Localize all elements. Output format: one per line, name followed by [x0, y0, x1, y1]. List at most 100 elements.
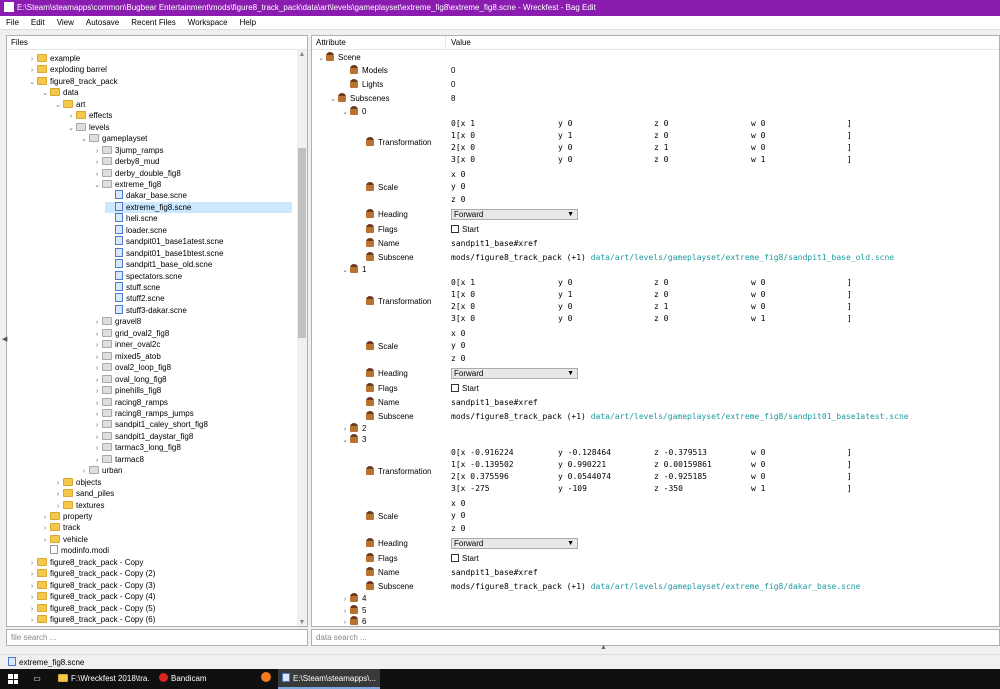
flags-row[interactable]: Flags	[366, 224, 398, 235]
subscene-value[interactable]: mods/figure8_track_pack (+1) data/art/le…	[451, 411, 909, 422]
tree-item[interactable]: › figure8_track_pack - Copy (6)	[27, 614, 155, 625]
chevron-right-icon[interactable]: ›	[53, 489, 63, 500]
tree-item[interactable]: › tarmac3_long_fig8	[92, 442, 181, 453]
tree-item[interactable]: dakar_base.scne	[105, 190, 187, 201]
flags-row[interactable]: Flags	[366, 383, 398, 394]
chevron-right-icon[interactable]: ›	[27, 65, 37, 76]
col-attribute[interactable]: Attribute	[316, 38, 346, 47]
scroll-thumb[interactable]	[298, 148, 306, 338]
heading-dropdown[interactable]: Forward ▼	[451, 209, 578, 220]
heading-row[interactable]: Heading	[366, 538, 408, 549]
tree-item[interactable]: › racing8_ramps_jumps	[92, 408, 194, 419]
scroll-down-icon[interactable]: ▼	[297, 619, 307, 626]
tree-item[interactable]: › figure8_track_pack - Copy (2)	[27, 568, 155, 579]
menu-view[interactable]: View	[51, 16, 80, 27]
windows-start-icon[interactable]	[8, 674, 18, 684]
tree-item[interactable]: › derby_double_fig8	[92, 168, 181, 179]
subscene-s5[interactable]: › 5	[340, 605, 366, 616]
subscene-s4[interactable]: › 4	[340, 593, 366, 604]
chevron-right-icon[interactable]: ›	[92, 317, 102, 328]
chevron-down-icon[interactable]: ⌄	[40, 88, 50, 99]
chevron-right-icon[interactable]: ›	[92, 363, 102, 374]
files-scrollbar[interactable]: ▲ ▼	[297, 50, 307, 626]
tree-item[interactable]: sandpit01_base1atest.scne	[105, 236, 223, 247]
firefox-icon[interactable]	[258, 669, 274, 689]
start-flag-checkbox[interactable]: Start	[451, 553, 479, 564]
flags-row[interactable]: Flags	[366, 553, 398, 564]
menu-file[interactable]: File	[0, 16, 25, 27]
subscene-value[interactable]: mods/figure8_track_pack (+1) data/art/le…	[451, 581, 860, 592]
chevron-down-icon[interactable]: ⌄	[340, 435, 350, 446]
scene-node[interactable]: ⌄ Scene	[316, 52, 361, 63]
tree-item[interactable]: ⌄ gameplayset	[79, 133, 147, 144]
chevron-down-icon[interactable]: ⌄	[92, 180, 102, 191]
transformation-row[interactable]: Transformation	[366, 296, 432, 307]
lights-row[interactable]: Lights	[340, 79, 383, 90]
scale-row[interactable]: Scale	[366, 511, 398, 522]
name-row[interactable]: Name	[366, 238, 399, 249]
subscene-s3[interactable]: ⌄ 3	[340, 434, 366, 445]
tree-item[interactable]: › sandpit1_daystar_fig8	[92, 431, 193, 442]
chevron-down-icon[interactable]: ⌄	[27, 77, 37, 88]
tree-item[interactable]: › figure8_track_pack - Copy (3)	[27, 580, 155, 591]
tree-item[interactable]: › figure8_track_pack - Copy (5)	[27, 603, 155, 614]
tree-item[interactable]: › derby8_mud	[92, 156, 159, 167]
subscene-s6[interactable]: › 6	[340, 616, 366, 626]
tree-item[interactable]: ⌄ figure8_track_pack	[27, 76, 118, 87]
transformation-row[interactable]: Transformation	[366, 466, 432, 477]
tree-item[interactable]: extreme_fig8.scne	[105, 201, 292, 213]
chevron-right-icon[interactable]: ›	[340, 594, 350, 605]
tree-item[interactable]: › mixed5_atob	[92, 351, 161, 362]
tree-item[interactable]: sandpit01_base1btest.scne	[105, 247, 223, 259]
tree-item[interactable]: › pinehills_fig8	[92, 385, 161, 396]
heading-row[interactable]: Heading	[366, 209, 408, 220]
subscene-path-link[interactable]: data/art/levels/gameplayset/extreme_fig8…	[591, 582, 861, 591]
tree-item[interactable]: stuff.scne	[105, 282, 160, 293]
chevron-right-icon[interactable]: ›	[53, 478, 63, 489]
chevron-down-icon[interactable]: ⌄	[53, 100, 63, 111]
name-row[interactable]: Name	[366, 567, 399, 578]
start-flag-checkbox[interactable]: Start	[451, 383, 479, 394]
tree-item[interactable]: › racing8_ramps	[92, 397, 168, 408]
tree-item[interactable]: › tarmac8	[92, 454, 144, 465]
chevron-right-icon[interactable]: ›	[27, 54, 37, 65]
chevron-down-icon[interactable]: ⌄	[340, 265, 350, 276]
chevron-right-icon[interactable]: ›	[27, 558, 37, 569]
scale-row[interactable]: Scale	[366, 182, 398, 193]
tree-item[interactable]: › sand_piles	[53, 488, 114, 499]
expand-bottom-icon[interactable]: ▲	[600, 644, 607, 651]
chevron-right-icon[interactable]: ›	[92, 443, 102, 454]
chevron-right-icon[interactable]: ›	[92, 398, 102, 409]
checkbox-icon[interactable]	[451, 225, 459, 233]
name-value[interactable]: sandpit1_base#xref	[451, 397, 538, 408]
chevron-right-icon[interactable]: ›	[92, 432, 102, 443]
chevron-right-icon[interactable]: ›	[27, 592, 37, 603]
chevron-right-icon[interactable]: ›	[66, 111, 76, 122]
heading-dropdown[interactable]: Forward ▼	[451, 538, 578, 549]
collapse-left-icon[interactable]: ◀	[2, 335, 7, 343]
chevron-right-icon[interactable]: ›	[40, 512, 50, 523]
chevron-right-icon[interactable]: ›	[53, 501, 63, 512]
start-flag-checkbox[interactable]: Start	[451, 224, 479, 235]
tree-item[interactable]: › exploding barrel	[27, 64, 107, 75]
chevron-right-icon[interactable]: ›	[40, 523, 50, 534]
tree-item[interactable]: › oval_long_fig8	[92, 374, 167, 385]
chevron-right-icon[interactable]: ›	[92, 386, 102, 397]
subscene-s2[interactable]: › 2	[340, 423, 366, 434]
chevron-right-icon[interactable]: ›	[92, 375, 102, 386]
subscenes-row[interactable]: ⌄ Subscenes	[328, 93, 390, 104]
tree-item[interactable]: › textures	[53, 500, 104, 511]
chevron-right-icon[interactable]: ›	[92, 455, 102, 466]
chevron-right-icon[interactable]: ›	[92, 352, 102, 363]
tree-item[interactable]: ⌄ extreme_fig8	[92, 179, 161, 190]
tree-item[interactable]: stuff3-dakar.scne	[105, 304, 187, 316]
chevron-down-icon[interactable]: ⌄	[316, 53, 326, 64]
col-value[interactable]: Value	[451, 38, 471, 47]
tree-item[interactable]: sandpit1_base_old.scne	[105, 259, 212, 270]
chevron-right-icon[interactable]: ›	[27, 604, 37, 615]
chevron-right-icon[interactable]: ›	[27, 615, 37, 626]
tree-item[interactable]: heli.scne	[105, 213, 158, 224]
tree-item[interactable]: › sandpit1_caley_short_fig8	[92, 419, 208, 430]
chevron-right-icon[interactable]: ›	[92, 329, 102, 340]
menu-edit[interactable]: Edit	[25, 16, 51, 27]
